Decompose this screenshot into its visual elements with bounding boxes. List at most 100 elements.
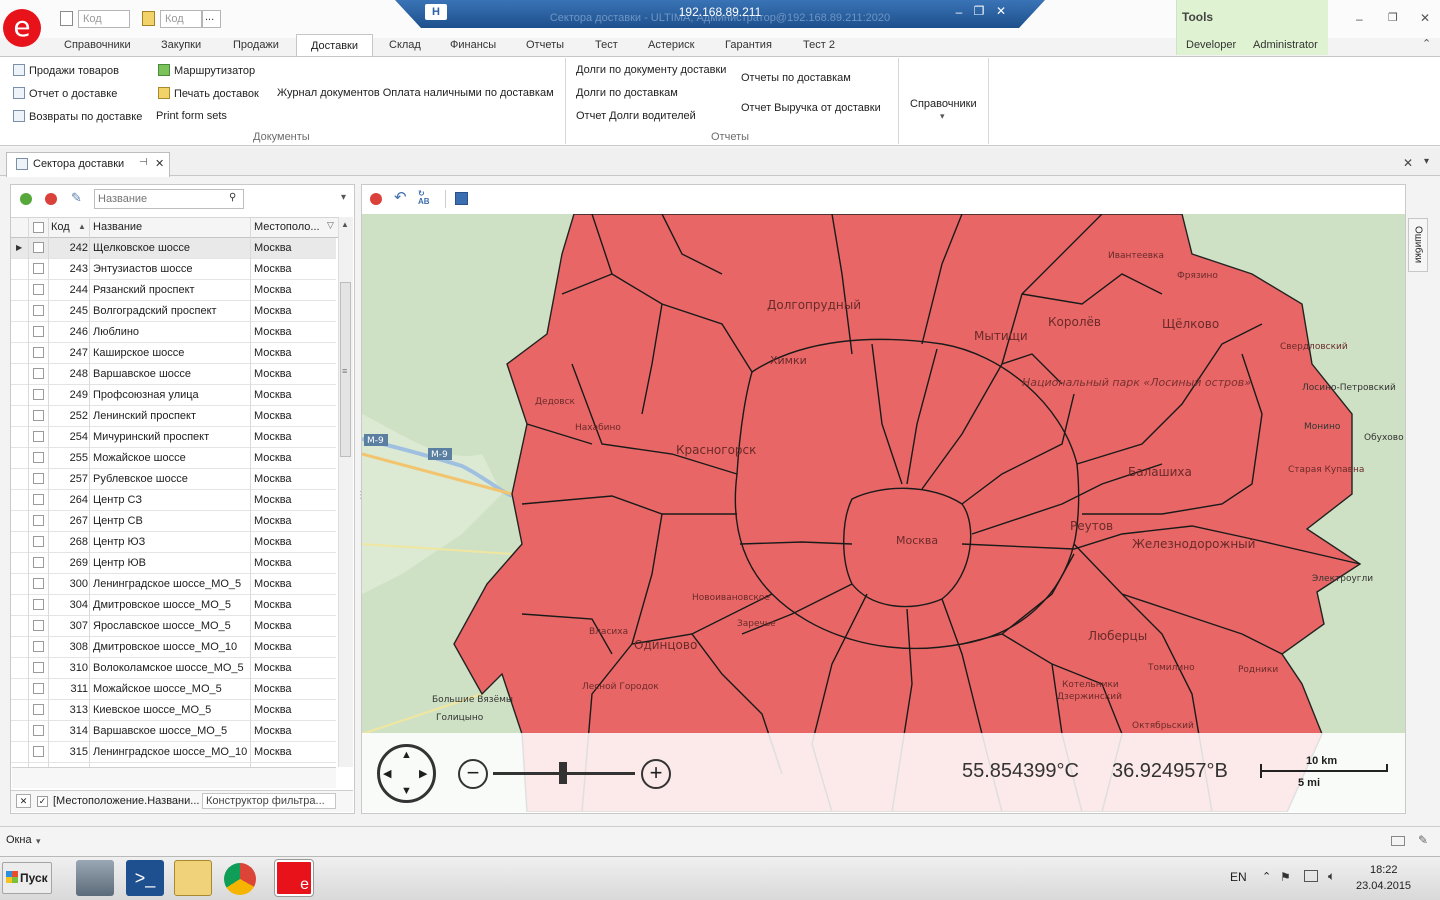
- document-icon[interactable]: [60, 11, 73, 26]
- table-row[interactable]: 243 Энтузиастов шоссе Москва: [11, 259, 336, 280]
- powershell-icon[interactable]: >_: [126, 860, 164, 896]
- ribbon-cash-payment-journal-button[interactable]: Журнал документов Оплата наличными по до…: [277, 87, 554, 99]
- row-checkbox[interactable]: [33, 662, 44, 673]
- row-checkbox[interactable]: [33, 536, 44, 547]
- network-icon[interactable]: [1304, 870, 1318, 882]
- tab-administrator[interactable]: Administrator: [1253, 36, 1318, 56]
- row-checkbox[interactable]: [33, 620, 44, 631]
- table-row[interactable]: 264 Центр СЗ Москва: [11, 490, 336, 511]
- row-checkbox[interactable]: [33, 326, 44, 337]
- row-checkbox[interactable]: [33, 263, 44, 274]
- ribbon-delivery-reports-button[interactable]: Отчеты по доставкам: [741, 72, 851, 84]
- row-checkbox[interactable]: [33, 599, 44, 610]
- ribbon-debts-by-doc-button[interactable]: Долги по документу доставки: [576, 64, 726, 76]
- row-checkbox[interactable]: [33, 473, 44, 484]
- ribbon-directories-dropdown[interactable]: Справочники: [910, 98, 977, 110]
- row-checkbox[interactable]: [33, 578, 44, 589]
- ultima-app-icon[interactable]: e: [274, 859, 314, 897]
- tab-sales[interactable]: Продажи: [233, 36, 279, 56]
- row-checkbox[interactable]: [33, 431, 44, 442]
- filter-icon[interactable]: ▽: [327, 220, 334, 231]
- pan-left-icon[interactable]: ◀: [383, 767, 391, 780]
- ribbon-router-button[interactable]: Маршрутизатор: [158, 64, 255, 77]
- row-checkbox[interactable]: [33, 284, 44, 295]
- table-row[interactable]: 249 Профсоюзная улица Москва: [11, 385, 336, 406]
- edit-pencil-icon[interactable]: ✎: [71, 190, 82, 206]
- tab-purchases[interactable]: Закупки: [161, 36, 201, 56]
- tab-test[interactable]: Тест: [595, 36, 618, 56]
- table-row[interactable]: 254 Мичуринский проспект Москва: [11, 427, 336, 448]
- notes-icon[interactable]: ✎: [1418, 833, 1428, 847]
- volume-muted-icon[interactable]: 🔈︎: [1328, 869, 1335, 884]
- language-indicator[interactable]: EN: [1230, 870, 1247, 884]
- row-checkbox[interactable]: [33, 557, 44, 568]
- close-all-docs-icon[interactable]: ✕: [1403, 156, 1413, 170]
- search-icon[interactable]: ⚲: [229, 192, 236, 203]
- tab-developer[interactable]: Developer: [1186, 36, 1236, 56]
- undo-icon[interactable]: ↶: [394, 188, 407, 206]
- table-row[interactable]: 244 Рязанский проспект Москва: [11, 280, 336, 301]
- flag-icon[interactable]: ⚑: [1280, 870, 1291, 884]
- row-checkbox[interactable]: [33, 515, 44, 526]
- table-row[interactable]: 268 Центр ЮЗ Москва: [11, 532, 336, 553]
- app-close-icon[interactable]: ✕: [1420, 11, 1430, 25]
- table-row[interactable]: 304 Дмитровское шоссе_МО_5 Москва: [11, 595, 336, 616]
- table-row[interactable]: 315 Ленинградское шоссе_МО_10 Москва: [11, 742, 336, 763]
- zoom-in-icon[interactable]: +: [641, 759, 671, 789]
- row-checkbox[interactable]: [33, 389, 44, 400]
- ribbon-print-form-sets-button[interactable]: Print form sets: [156, 110, 227, 122]
- table-row[interactable]: 257 Рублевское шоссе Москва: [11, 469, 336, 490]
- table-row[interactable]: 311 Можайское шоссе_МО_5 Москва: [11, 679, 336, 700]
- tab-finance[interactable]: Финансы: [450, 36, 496, 56]
- table-row[interactable]: ▶ 242 Щелковское шоссе Москва: [11, 238, 336, 259]
- table-row[interactable]: 310 Волоколамское шоссе_МО_5 Москва: [11, 658, 336, 679]
- row-checkbox[interactable]: [33, 452, 44, 463]
- save-icon[interactable]: [455, 192, 468, 205]
- clock-time[interactable]: 18:22: [1370, 864, 1398, 876]
- tab-warehouse[interactable]: Склад: [389, 36, 421, 56]
- start-button[interactable]: Пуск: [2, 862, 52, 894]
- zoom-out-icon[interactable]: −: [458, 759, 488, 789]
- close-icon[interactable]: ✕: [155, 157, 164, 170]
- row-checkbox[interactable]: [33, 410, 44, 421]
- tab-directories[interactable]: Справочники: [64, 36, 131, 56]
- app-restore-icon[interactable]: ❐: [1388, 11, 1398, 24]
- ribbon-sales-goods-button[interactable]: Продажи товаров: [13, 64, 119, 77]
- app-minimize-icon[interactable]: –: [1356, 12, 1363, 26]
- search-input[interactable]: [95, 190, 227, 208]
- column-header-code[interactable]: Код: [51, 221, 70, 233]
- chrome-icon[interactable]: [224, 863, 256, 895]
- file-explorer-icon[interactable]: [174, 860, 212, 896]
- server-manager-icon[interactable]: [76, 860, 114, 896]
- tab-asterisk[interactable]: Астериск: [648, 36, 694, 56]
- ribbon-delivery-revenue-button[interactable]: Отчет Выручка от доставки: [741, 102, 881, 114]
- remove-icon[interactable]: [370, 193, 382, 205]
- restore-icon[interactable]: ❐: [971, 4, 987, 18]
- windows-menu[interactable]: Окна: [6, 834, 32, 846]
- horizontal-scrollbar[interactable]: [12, 767, 336, 788]
- tab-reports[interactable]: Отчеты: [526, 36, 564, 56]
- row-checkbox[interactable]: [33, 746, 44, 757]
- ribbon-collapse-icon[interactable]: ⌃: [1422, 37, 1431, 50]
- quick-code-input-1[interactable]: Код: [78, 10, 130, 28]
- ribbon-driver-debts-button[interactable]: Отчет Долги водителей: [576, 110, 696, 122]
- table-row[interactable]: 246 Люблино Москва: [11, 322, 336, 343]
- column-header-name[interactable]: Название: [93, 221, 142, 233]
- doc-tab-delivery-sectors[interactable]: Сектора доставки ⊣ ✕: [6, 152, 170, 177]
- add-icon[interactable]: [20, 193, 32, 205]
- mail-icon[interactable]: [1391, 836, 1405, 846]
- table-row[interactable]: 269 Центр ЮВ Москва: [11, 553, 336, 574]
- row-checkbox[interactable]: [33, 725, 44, 736]
- remove-icon[interactable]: [45, 193, 57, 205]
- doc-menu-chevron-icon[interactable]: ▾: [1424, 156, 1429, 167]
- quick-code-input-2[interactable]: Код: [160, 10, 202, 28]
- filter-builder-button[interactable]: Конструктор фильтра...: [202, 793, 336, 809]
- table-row[interactable]: 252 Ленинский проспект Москва: [11, 406, 336, 427]
- clear-filter-icon[interactable]: ✕: [16, 794, 31, 808]
- pan-right-icon[interactable]: ▶: [419, 767, 427, 780]
- row-checkbox[interactable]: [33, 347, 44, 358]
- row-checkbox[interactable]: [33, 368, 44, 379]
- column-header-location[interactable]: Местополо...: [254, 221, 320, 233]
- filter-expression[interactable]: [Местоположение.Названи...: [53, 795, 199, 807]
- ribbon-debts-by-deliveries-button[interactable]: Долги по доставкам: [576, 87, 678, 99]
